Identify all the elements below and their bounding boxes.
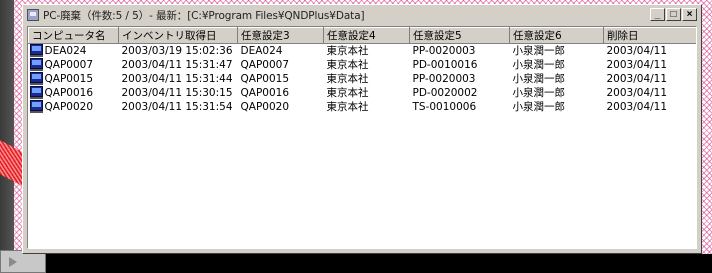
cell-inventory-date: 2003/04/11 15:31:47 [121,58,233,71]
cell-custom-4: 東京本社 [326,100,369,113]
column-header-custom-3[interactable]: 任意設定3 [237,27,324,44]
cell-custom-5: PP-0020003 [412,44,476,57]
cell-custom-5: PP-0020003 [412,72,476,85]
minimize-button[interactable]: _ [650,8,665,21]
computer-icon [29,44,43,57]
column-header-custom-6[interactable]: 任意設定6 [509,27,604,44]
computer-icon [29,100,43,113]
cell-custom-4: 東京本社 [326,44,369,57]
cell-custom-3: QAP0007 [240,58,290,71]
title-bar[interactable]: PC-廃棄（件数:5 / 5）- 最新：[C:¥Program Files¥QN… [25,7,699,23]
window-title: PC-廃棄（件数:5 / 5）- 最新：[C:¥Program Files¥QN… [43,9,365,22]
computer-icon [29,58,43,71]
cell-computer-name: QAP0007 [29,58,119,72]
cell-custom-5: PD-0020002 [412,86,478,99]
computer-icon [29,86,43,99]
column-header-row: コンピュータ名 インベントリ取得日 任意設定3 任意設定4 任意設定5 任意設定… [28,27,696,44]
table-row[interactable]: QAP0016 2003/04/11 15:30:15 QAP0016 東京本社… [29,86,697,100]
cell-custom-5: PD-0010016 [412,58,478,71]
column-header-delete-date[interactable]: 削除日 [603,27,696,44]
cell-delete-date: 2003/04/11 [606,86,668,99]
maximize-button[interactable]: □ [666,8,681,21]
cell-custom-6: 小泉潤一郎 [512,86,566,99]
cell-computer-name: QAP0020 [29,100,119,114]
cell-computer-name: QAP0015 [29,72,119,86]
computer-icon [29,72,43,85]
computer-table: コンピュータ名 インベントリ取得日 任意設定3 任意設定4 任意設定5 任意設定… [28,27,697,114]
cell-custom-3: QAP0015 [240,72,290,85]
table-row[interactable]: DEA024 2003/03/19 15:02:36 DEA024 東京本社 P… [29,44,697,59]
cell-custom-3: DEA024 [240,44,283,57]
table-row[interactable]: QAP0007 2003/04/11 15:31:47 QAP0007 東京本社… [29,58,697,72]
cell-custom-3: QAP0016 [240,86,290,99]
cell-inventory-date: 2003/04/11 15:30:15 [121,86,233,99]
cell-inventory-date: 2003/04/11 15:31:54 [121,100,233,113]
app-icon [27,9,39,21]
cell-computer-name: QAP0016 [29,86,119,100]
cell-delete-date: 2003/04/11 [606,58,668,71]
cell-inventory-date: 2003/04/11 15:31:44 [121,72,233,85]
computer-name-text: QAP0007 [44,59,94,71]
cell-custom-3: QAP0020 [240,100,290,113]
cell-custom-6: 小泉潤一郎 [512,72,566,85]
table-row[interactable]: QAP0015 2003/04/11 15:31:44 QAP0015 東京本社… [29,72,697,86]
background-left-panel [0,0,14,273]
close-button[interactable]: × [682,8,697,21]
column-header-inventory-date[interactable]: インベントリ取得日 [118,27,238,44]
column-header-computer-name[interactable]: コンピュータ名 [28,27,119,44]
cell-computer-name: DEA024 [29,44,119,59]
computer-list-view[interactable]: コンピュータ名 インベントリ取得日 任意設定3 任意設定4 任意設定5 任意設定… [27,26,697,249]
computer-name-text: DEA024 [44,45,87,57]
pc-discard-window: PC-廃棄（件数:5 / 5）- 最新：[C:¥Program Files¥QN… [22,4,702,254]
caption-buttons: _ □ × [650,8,697,21]
cell-delete-date: 2003/04/11 [606,100,668,113]
cell-custom-5: TS-0010006 [412,100,477,113]
cell-custom-6: 小泉潤一郎 [512,58,566,71]
cell-custom-4: 東京本社 [326,58,369,71]
background-bottom-bar [0,254,712,273]
cell-custom-6: 小泉潤一郎 [512,100,566,113]
cell-delete-date: 2003/04/11 [606,72,668,85]
cell-custom-4: 東京本社 [326,86,369,99]
computer-name-text: QAP0020 [44,101,94,113]
column-header-custom-5[interactable]: 任意設定5 [409,27,510,44]
cell-custom-6: 小泉潤一郎 [512,44,566,57]
table-row[interactable]: QAP0020 2003/04/11 15:31:54 QAP0020 東京本社… [29,100,697,114]
cell-delete-date: 2003/04/11 [606,44,668,57]
cell-inventory-date: 2003/03/19 15:02:36 [121,44,233,57]
computer-name-text: QAP0015 [44,73,94,85]
computer-name-text: QAP0016 [44,87,94,99]
cell-custom-4: 東京本社 [326,72,369,85]
column-header-custom-4[interactable]: 任意設定4 [323,27,410,44]
